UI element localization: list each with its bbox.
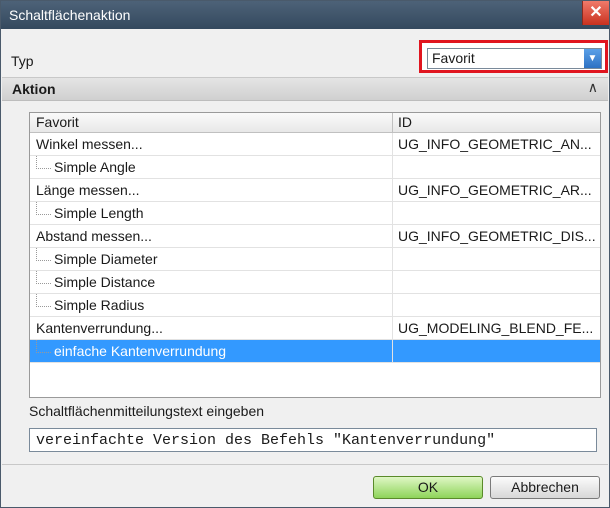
table-row[interactable]: Länge messen... UG_INFO_GEOMETRIC_AR... xyxy=(30,179,600,202)
table-row[interactable]: Simple Diameter xyxy=(30,248,600,271)
column-divider xyxy=(392,156,393,178)
row-name: Simple Diameter xyxy=(54,251,158,267)
row-name: Simple Radius xyxy=(54,297,145,313)
row-name: Abstand messen... xyxy=(36,228,152,244)
row-id: UG_MODELING_BLEND_FE... xyxy=(398,320,594,336)
row-name: Länge messen... xyxy=(36,182,140,198)
row-name: einfache Kantenverrundung xyxy=(54,343,227,359)
table-row[interactable]: einfache Kantenverrundung xyxy=(30,340,600,363)
column-divider xyxy=(392,225,393,247)
title-bar[interactable]: Schaltflächenaktion ✕ xyxy=(1,1,609,29)
column-divider xyxy=(392,271,393,293)
row-name: Kantenverrundung... xyxy=(36,320,163,336)
tree-connector-icon xyxy=(36,156,51,169)
row-name: Simple Length xyxy=(54,205,144,221)
table-row[interactable]: Simple Distance xyxy=(30,271,600,294)
column-divider xyxy=(392,294,393,316)
collapse-icon[interactable]: ∧ xyxy=(588,79,598,96)
tree-connector-icon xyxy=(36,248,51,261)
column-divider xyxy=(392,133,393,155)
typ-dropdown-value: Favorit xyxy=(432,50,475,66)
typ-dropdown[interactable]: Favorit ▼ xyxy=(427,48,602,69)
column-divider xyxy=(392,179,393,201)
table-row[interactable]: Winkel messen... UG_INFO_GEOMETRIC_AN... xyxy=(30,133,600,156)
row-name: Simple Angle xyxy=(54,159,136,175)
aktion-group-title: Aktion xyxy=(12,81,56,97)
footer-divider xyxy=(2,464,608,465)
message-input[interactable]: vereinfachte Version des Befehls "Kanten… xyxy=(29,428,597,452)
tree-connector-icon xyxy=(36,271,51,284)
typ-highlight-box: Favorit ▼ xyxy=(419,40,608,73)
table-row[interactable]: Simple Angle xyxy=(30,156,600,179)
column-divider xyxy=(392,202,393,224)
table-row[interactable]: Simple Length xyxy=(30,202,600,225)
table-row[interactable]: Simple Radius xyxy=(30,294,600,317)
close-icon[interactable]: ✕ xyxy=(582,1,609,25)
table-row[interactable]: Kantenverrundung... UG_MODELING_BLEND_FE.… xyxy=(30,317,600,340)
dialog-window: Schaltflächenaktion ✕ Typ Favorit ▼ Akti… xyxy=(0,0,610,508)
aktion-group-header[interactable]: Aktion ∧ xyxy=(2,77,608,101)
row-id: UG_INFO_GEOMETRIC_AN... xyxy=(398,136,592,152)
message-label: Schaltflächenmitteilungstext eingeben xyxy=(29,403,265,419)
column-divider[interactable] xyxy=(392,113,393,132)
column-divider xyxy=(392,248,393,270)
column-divider xyxy=(392,340,393,362)
ok-button[interactable]: OK xyxy=(373,476,483,499)
column-divider xyxy=(392,317,393,339)
tree-connector-icon xyxy=(36,202,51,215)
table-row[interactable]: Abstand messen... UG_INFO_GEOMETRIC_DIS..… xyxy=(30,225,600,248)
favorites-table: Favorit ID Winkel messen... UG_INFO_GEOME… xyxy=(29,112,601,398)
column-header-favorit[interactable]: Favorit xyxy=(36,114,79,130)
row-name: Simple Distance xyxy=(54,274,156,290)
typ-label: Typ xyxy=(11,53,34,69)
row-name: Winkel messen... xyxy=(36,136,143,152)
dialog-title: Schaltflächenaktion xyxy=(9,7,131,23)
row-id: UG_INFO_GEOMETRIC_AR... xyxy=(398,182,592,198)
tree-connector-icon xyxy=(36,340,51,353)
tree-connector-icon xyxy=(36,294,51,307)
column-header-id[interactable]: ID xyxy=(398,114,412,130)
chevron-down-icon[interactable]: ▼ xyxy=(584,49,601,68)
row-id: UG_INFO_GEOMETRIC_DIS... xyxy=(398,228,596,244)
cancel-button[interactable]: Abbrechen xyxy=(490,476,600,499)
table-header: Favorit ID xyxy=(30,113,600,133)
